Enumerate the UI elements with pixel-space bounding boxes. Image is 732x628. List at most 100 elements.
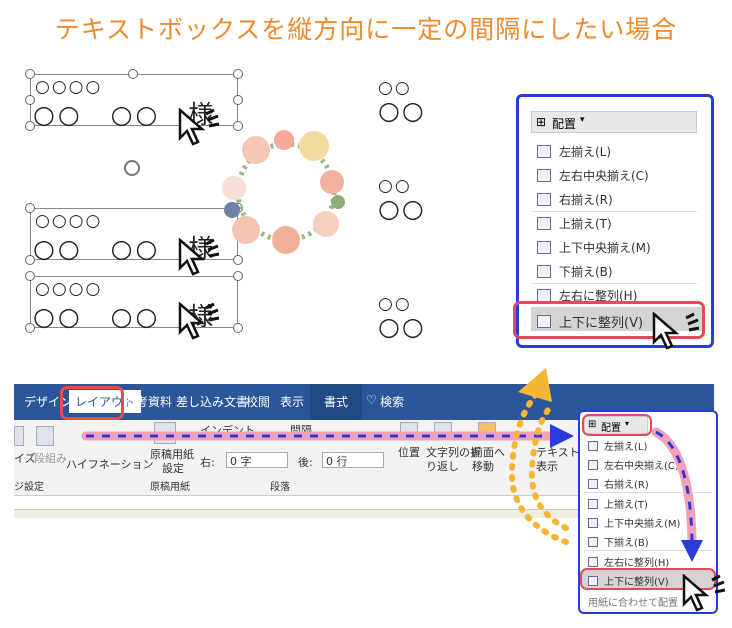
menu-separator [584, 550, 712, 551]
paragraph-group-label: 段落 [270, 482, 290, 493]
rotate-handle-icon[interactable] [124, 160, 140, 176]
highlight-frame [582, 414, 652, 436]
tab-review[interactable]: 校閲 [246, 393, 270, 410]
spacing-after-label: 後: [298, 456, 313, 469]
resize-handle[interactable] [25, 323, 35, 333]
menu-item-label: 上下中央揃え(M) [604, 519, 681, 530]
align-middle-icon [537, 241, 551, 254]
menu-item-label: 左右中央揃え(C) [559, 169, 649, 183]
page-setup-group-label: ジ設定 [14, 482, 44, 493]
spacing-after-input[interactable]: 0 行 [322, 452, 384, 468]
tab-format[interactable]: 書式 [310, 384, 363, 420]
menu-item-align-left[interactable]: 左揃え(L) [588, 438, 647, 453]
flower-wreath-image [222, 130, 345, 254]
resize-handle[interactable] [128, 69, 138, 79]
menu-item-align-bottom[interactable]: 下揃え(B) [537, 263, 613, 280]
align-center-icon [588, 459, 598, 470]
manuscript-setting[interactable]: 設定 [162, 460, 184, 476]
tab-mailings[interactable]: 差し込み文書 [176, 393, 248, 410]
hyphenation-button[interactable]: ハイフネーション [66, 456, 154, 472]
menu-item-align-center[interactable]: 左右中央揃え(C) [537, 167, 649, 184]
columns-icon [36, 426, 54, 446]
menu-header-label: 配置 [552, 117, 577, 131]
indent-right-input[interactable]: 0 字 [226, 452, 288, 468]
menu-item-align-to-page[interactable]: 用紙に合わせて配置 [588, 594, 678, 609]
menu-item-label: 用紙に合わせて配置 [588, 598, 678, 609]
cursor-arrow-icon [652, 312, 700, 350]
cursor-arrow-icon [178, 302, 220, 340]
menu-item-label: 右揃え(R) [604, 480, 649, 491]
menu-separator [531, 211, 697, 212]
menu-item-label: 上揃え(T) [604, 500, 648, 511]
menu-item-label: 下揃え(B) [559, 265, 613, 279]
menu-item-align-right[interactable]: 右揃え(R) [588, 476, 649, 491]
right-text-2: ○○ [378, 194, 426, 223]
menu-item-label: 左揃え(L) [559, 145, 612, 159]
bring-forward-label-2[interactable]: 移動 [472, 458, 494, 474]
cursor-arrow-icon [178, 238, 220, 276]
menu-item-label: 上揃え(T) [559, 217, 612, 231]
menu-item-align-center[interactable]: 左右中央揃え(C) [588, 457, 679, 472]
align-top-icon [588, 498, 598, 509]
indent-label: インデント [200, 424, 255, 437]
tell-me-search[interactable]: 検索 [380, 393, 404, 410]
resize-handle[interactable] [25, 69, 35, 79]
align-bottom-icon [537, 265, 551, 278]
size-button[interactable]: イズ [14, 450, 36, 466]
manuscript-group-label: 原稿用紙 [150, 482, 190, 493]
chevron-down-icon: ▾ [580, 115, 585, 125]
align-center-icon [537, 169, 551, 182]
menu-item-label: 左揃え(L) [604, 442, 648, 453]
menu-item-align-middle[interactable]: 上下中央揃え(M) [588, 515, 680, 530]
arrange-menu-large: ⊞ 配置 ▾ 左揃え(L) 左右中央揃え(C) 右揃え(R) 上揃え(T) 上下… [513, 94, 714, 348]
menu-item-label: 左右中央揃え(C) [604, 461, 679, 472]
menu-separator [531, 283, 697, 284]
spacing-label: 間隔 [290, 424, 312, 437]
menu-item-distribute-horizontal[interactable]: 左右に整列(H) [588, 554, 669, 569]
bring-forward-icon [478, 422, 496, 440]
distribute-horizontal-icon [588, 556, 598, 567]
align-left-icon [588, 440, 598, 451]
indent-right-label: 右: [200, 456, 215, 469]
menu-item-align-middle[interactable]: 上下中央揃え(M) [537, 239, 651, 256]
cursor-arrow-icon [178, 108, 220, 146]
menu-item-label: 下揃え(B) [604, 538, 649, 549]
align-middle-icon [588, 517, 598, 528]
textbox-line1: ○○○○ [35, 77, 103, 97]
align-top-icon [537, 217, 551, 230]
position-button[interactable]: 位置 [398, 444, 420, 460]
align-right-icon [537, 193, 551, 206]
menu-item-label: 左右に整列(H) [604, 558, 670, 569]
columns-button[interactable]: 段組み [34, 450, 67, 466]
cursor-arrow-icon [682, 574, 726, 612]
show-button[interactable]: 表示 [536, 458, 558, 474]
menu-item-align-top[interactable]: 上揃え(T) [588, 496, 648, 511]
right-text-1: ○○ [378, 176, 412, 196]
wrap-text-icon [434, 422, 452, 440]
resize-handle[interactable] [233, 69, 243, 79]
menu-item-align-right[interactable]: 右揃え(R) [537, 191, 613, 208]
menu-header[interactable]: ⊞ 配置 ▾ [531, 111, 697, 133]
resize-handle[interactable] [233, 323, 243, 333]
wrap-text-label-2[interactable]: り返し [426, 458, 459, 474]
menu-separator [584, 492, 712, 493]
lightbulb-icon: ♡ [366, 393, 377, 407]
align-bottom-icon [588, 536, 598, 547]
resize-handle[interactable] [233, 271, 243, 281]
menu-item-align-top[interactable]: 上揃え(T) [537, 215, 612, 232]
menu-item-align-bottom[interactable]: 下揃え(B) [588, 534, 649, 549]
align-left-icon [537, 145, 551, 158]
resize-handle[interactable] [25, 95, 35, 105]
resize-handle[interactable] [25, 203, 35, 213]
textbox-line1: ○○○○ [35, 211, 103, 231]
tab-view[interactable]: 表示 [280, 393, 304, 410]
resize-handle[interactable] [25, 255, 35, 265]
resize-handle[interactable] [233, 95, 243, 105]
resize-handle[interactable] [25, 271, 35, 281]
menu-item-align-left[interactable]: 左揃え(L) [537, 143, 611, 160]
right-text-2: ○○ [378, 96, 426, 125]
tab-references[interactable]: 参考資料 [124, 393, 172, 410]
resize-handle[interactable] [25, 121, 35, 131]
position-icon [400, 422, 418, 440]
page-title: テキストボックスを縦方向に一定の間隔にしたい場合 [54, 15, 678, 44]
